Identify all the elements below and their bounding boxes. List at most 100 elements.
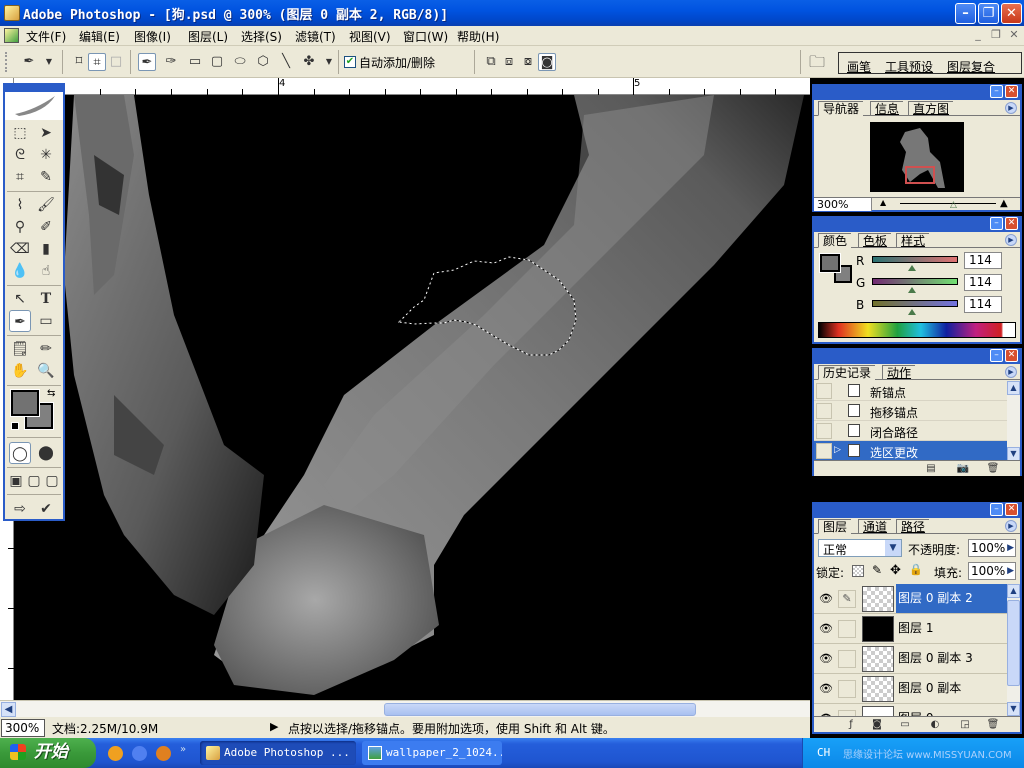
zoom-slider-thumb[interactable]: △ — [950, 200, 957, 210]
shape-layers-icon[interactable]: ⌑ — [70, 53, 88, 71]
channel-r-thumb[interactable] — [908, 265, 916, 271]
pen-tool-icon[interactable]: ✒ — [138, 53, 156, 71]
close-button[interactable]: ✕ — [1001, 3, 1022, 24]
doc-restore-button[interactable]: ❐ — [988, 28, 1004, 43]
quicklaunch-media-icon[interactable] — [108, 746, 123, 761]
crop-tool-icon[interactable]: ⌗ — [9, 166, 31, 188]
blur-tool-icon[interactable]: 💧 — [9, 260, 31, 282]
eyedropper-icon[interactable]: ✏ — [35, 338, 57, 360]
doc-close-button[interactable]: ✕ — [1006, 28, 1022, 43]
quick-mask-mode-icon[interactable]: ⬤ — [35, 442, 57, 464]
start-button[interactable]: 开始 — [0, 738, 96, 768]
tab-color[interactable]: 颜色 — [818, 233, 852, 248]
history-item[interactable]: 拖移锚点 — [814, 401, 1007, 421]
new-group-icon[interactable]: ▭ — [898, 718, 912, 731]
preset-dropdown-icon[interactable]: ▼ — [40, 53, 58, 71]
link-box[interactable] — [838, 680, 856, 698]
new-layer-icon[interactable]: ◲ — [958, 718, 972, 731]
palette-close-button[interactable]: ✕ — [1005, 85, 1018, 98]
swap-colors-icon[interactable]: ⇆ — [47, 388, 55, 399]
menu-select[interactable]: 选择(S) — [241, 28, 282, 45]
rounded-rectangle-icon[interactable]: ▢ — [208, 53, 226, 71]
jump-to-imageready-icon[interactable]: ⇨ — [9, 498, 31, 520]
zoom-in-icon[interactable]: ▲ — [1000, 198, 1008, 209]
hand-tool-icon[interactable]: ✋ — [9, 360, 31, 382]
taskbar-wallpaper[interactable]: wallpaper_2_1024... — [362, 741, 502, 765]
palette-close-button[interactable]: ✕ — [1005, 349, 1018, 362]
grip-handle[interactable] — [5, 52, 7, 72]
move-tool-icon[interactable]: ➤ — [35, 122, 57, 144]
file-browser-icon[interactable]: 🗀 — [808, 53, 826, 71]
palette-close-button[interactable]: ✕ — [1005, 503, 1018, 516]
palette-menu-icon[interactable]: ▶ — [1005, 102, 1017, 114]
ellipse-tool-icon[interactable]: ⬭ — [231, 53, 249, 71]
geometry-options-dropdown-icon[interactable]: ▼ — [320, 53, 338, 71]
full-screen-mode-icon[interactable]: ▢ — [43, 470, 61, 492]
pen-tool-preset-icon[interactable]: ✒ — [20, 53, 38, 71]
menu-image[interactable]: 图像(I) — [134, 28, 171, 45]
trash-icon[interactable]: 🗑 — [986, 462, 1000, 475]
palette-close-button[interactable]: ✕ — [1005, 217, 1018, 230]
channel-g-value[interactable]: 114 — [964, 274, 1002, 291]
notes-tool-icon[interactable]: 🗒 — [9, 338, 31, 360]
shape-tool-icon[interactable]: ▭ — [35, 310, 57, 332]
tab-navigator[interactable]: 导航器 — [818, 101, 864, 116]
brush-tool-icon[interactable]: 🖌 — [35, 194, 57, 216]
channel-r-slider[interactable] — [872, 256, 958, 263]
channel-b-slider[interactable] — [872, 300, 958, 307]
channel-g-slider[interactable] — [872, 278, 958, 285]
navigator-zoom-slider[interactable] — [900, 203, 996, 204]
subtract-from-path-icon[interactable]: ⧈ — [500, 53, 518, 71]
fill-slider-arrow-icon[interactable]: ▶ — [1007, 563, 1014, 579]
magic-wand-icon[interactable]: ✳ — [35, 144, 57, 166]
color-foreground-swatch[interactable] — [819, 253, 841, 273]
tab-histogram[interactable]: 直方图 — [908, 101, 954, 116]
layer-style-icon[interactable]: ƒ — [844, 718, 858, 731]
menu-filter[interactable]: 滤镜(T) — [295, 28, 336, 45]
history-item[interactable]: 闭合路径 — [814, 421, 1007, 441]
palette-minimize-button[interactable]: – — [990, 503, 1003, 516]
navigator-zoom-field[interactable]: 300% — [814, 198, 872, 211]
scroll-thumb[interactable] — [1007, 600, 1020, 686]
clone-stamp-icon[interactable]: ⚲ — [9, 216, 31, 238]
exclude-overlap-icon[interactable]: ◙ — [538, 53, 556, 71]
lock-transparency-icon[interactable] — [852, 565, 864, 577]
scroll-up-button[interactable]: ▲ — [1007, 381, 1020, 395]
palette-menu-icon[interactable]: ▶ — [1005, 520, 1017, 532]
opacity-slider-arrow-icon[interactable]: ▶ — [1007, 540, 1014, 556]
pen-tool-icon[interactable]: ✒ — [9, 310, 31, 332]
palette-minimize-button[interactable]: – — [990, 85, 1003, 98]
tab-actions[interactable]: 动作 — [882, 365, 916, 380]
add-mask-icon[interactable]: ◙ — [870, 718, 884, 731]
custom-shape-icon[interactable]: ✤ — [300, 53, 318, 71]
restore-button[interactable]: ❐ — [978, 3, 999, 24]
path-selection-icon[interactable]: ↖ — [9, 288, 31, 310]
tab-brushes[interactable]: 画笔 — [847, 58, 871, 75]
menu-help[interactable]: 帮助(H) — [457, 28, 499, 45]
line-tool-icon[interactable]: ╲ — [277, 53, 295, 71]
zoom-field[interactable]: 300% — [1, 719, 45, 737]
checkmark-icon[interactable]: ✔ — [35, 498, 57, 520]
brush-link-icon[interactable]: ✎ — [838, 590, 856, 608]
eraser-tool-icon[interactable]: ⌫ — [9, 238, 31, 260]
channel-g-thumb[interactable] — [908, 287, 916, 293]
opacity-field[interactable]: 100% ▶ — [968, 539, 1016, 557]
lasso-tool-icon[interactable]: ᘓ — [9, 144, 31, 166]
tab-history[interactable]: 历史记录 — [818, 365, 876, 380]
tab-channels[interactable]: 通道 — [858, 519, 892, 534]
minimize-button[interactable]: – — [955, 3, 976, 24]
tab-layer-comps[interactable]: 图层复合 — [947, 58, 995, 75]
default-colors-icon[interactable] — [11, 422, 19, 430]
tab-swatches[interactable]: 色板 — [858, 233, 892, 248]
adjustment-layer-icon[interactable]: ◐ — [928, 718, 942, 731]
tab-layers[interactable]: 图层 — [818, 519, 852, 534]
palette-minimize-button[interactable]: – — [990, 349, 1003, 362]
eye-icon[interactable]: 👁 — [816, 650, 836, 668]
scroll-down-button[interactable]: ▼ — [1007, 447, 1020, 461]
menu-layer[interactable]: 图层(L) — [188, 28, 228, 45]
link-box[interactable] — [838, 620, 856, 638]
polygon-tool-icon[interactable]: ⬡ — [254, 53, 272, 71]
history-item[interactable]: 新锚点 — [814, 381, 1007, 401]
layer-row[interactable]: 👁 图层 0 副本 — [814, 674, 1007, 704]
image-canvas[interactable] — [14, 95, 810, 700]
